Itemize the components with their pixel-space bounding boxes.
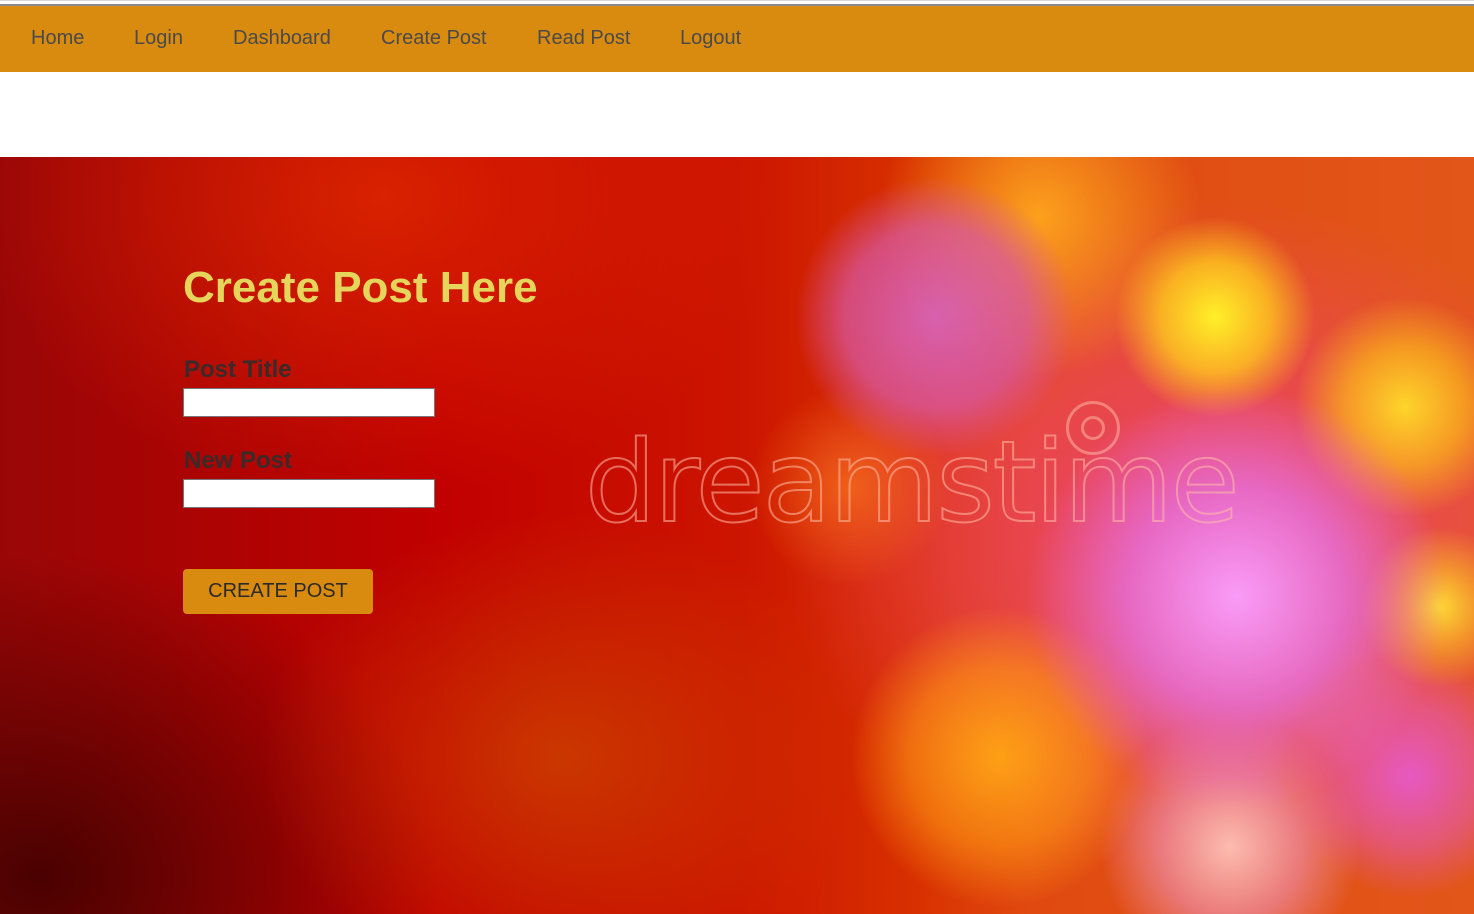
post-title-label: Post Title: [184, 356, 292, 383]
nav-create-post-link[interactable]: Create Post: [381, 27, 487, 50]
top-navbar: Home Login Dashboard Create Post Read Po…: [0, 6, 1474, 72]
new-post-input[interactable]: [183, 479, 435, 508]
create-post-button[interactable]: CREATE POST: [183, 569, 373, 614]
dreamstime-watermark: dreamstime: [584, 418, 1241, 548]
hero-background: dreamstime Create Post Here Post Title N…: [0, 157, 1474, 914]
nav-login-link[interactable]: Login: [134, 27, 183, 50]
new-post-label: New Post: [184, 447, 293, 474]
post-title-input[interactable]: [183, 388, 435, 417]
nav-home-link[interactable]: Home: [31, 27, 84, 50]
form-title: Create Post Here: [183, 263, 538, 312]
nav-read-post-link[interactable]: Read Post: [537, 27, 630, 50]
nav-dashboard-link[interactable]: Dashboard: [233, 27, 331, 50]
nav-logout-link[interactable]: Logout: [680, 27, 741, 50]
